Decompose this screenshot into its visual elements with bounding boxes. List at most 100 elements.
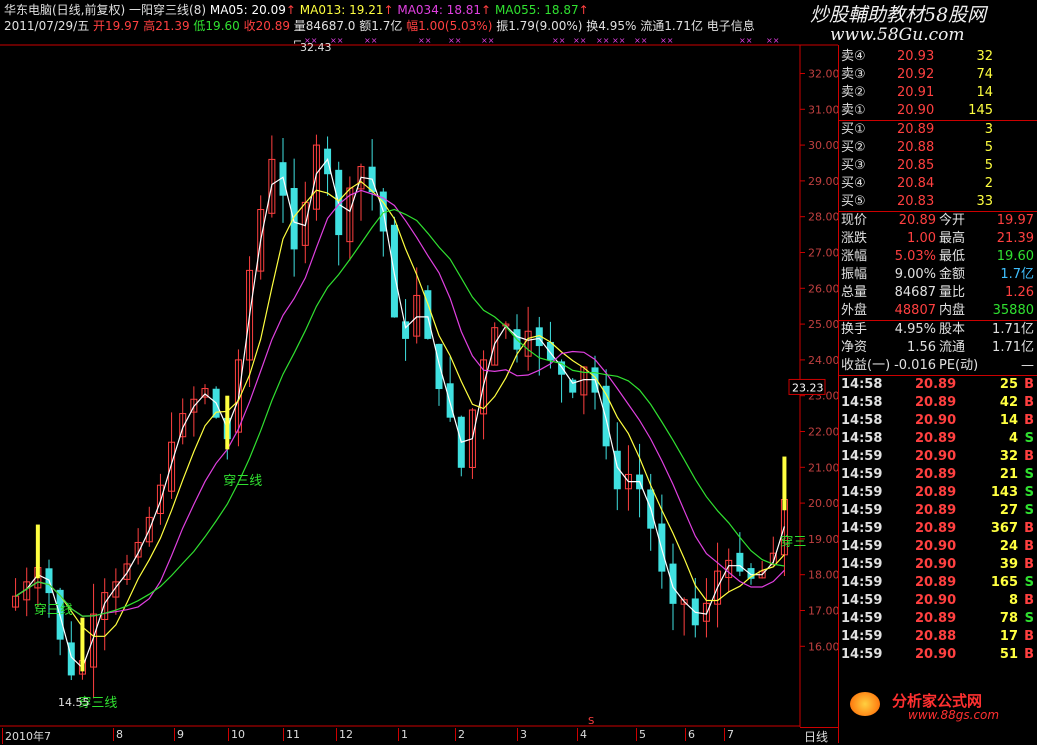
tick-row: 14:59 20.89 78 S	[839, 610, 1037, 628]
tick-side: B	[1024, 449, 1034, 464]
date-tick-label: 2	[455, 728, 465, 741]
tick-row: 14:58 20.89 25 B	[839, 376, 1037, 394]
ma013-value: MA013: 19.21	[299, 3, 384, 17]
quote-label: 涨跌	[841, 231, 868, 246]
tick-volume: 27	[999, 503, 1018, 518]
quote-label-2: 内盘	[939, 303, 966, 318]
orderbook-buy-row: 买② 20.88 5	[839, 139, 1037, 157]
quote-label: 外盘	[841, 303, 868, 318]
price-tick-label: 32.00	[808, 67, 838, 80]
event-marker-icon: ××	[418, 36, 431, 45]
quote-value: 4.95%	[894, 322, 936, 337]
tick-time: 14:59	[841, 629, 883, 644]
sell-volume: 32	[976, 49, 993, 64]
tick-price: 20.89	[915, 377, 957, 392]
tick-price: 20.89	[915, 485, 957, 500]
event-marker-icon: ××	[573, 36, 586, 45]
event-marker-icon: ××	[364, 36, 377, 45]
tick-row: 14:58 20.89 4 S	[839, 430, 1037, 448]
tick-time: 14:58	[841, 395, 883, 410]
sell-level-label: 卖①	[841, 103, 866, 118]
tick-row: 14:58 20.90 14 B	[839, 412, 1037, 430]
bar-change: 幅1.00(5.03%)	[406, 19, 493, 33]
tick-side: S	[1024, 431, 1034, 446]
quote-label-2: 今开	[939, 213, 966, 228]
cross-signal-bar	[782, 456, 787, 511]
tick-side: B	[1024, 395, 1034, 410]
bar-amount: 额1.7亿	[359, 19, 403, 33]
watermark-88gs-line2: www.88gs.com	[908, 708, 1000, 722]
orderbook-buy-row: 买① 20.89 3	[839, 121, 1037, 139]
ma034-line	[15, 189, 785, 617]
tick-volume: 25	[999, 377, 1018, 392]
quote-value: 1.00	[907, 231, 936, 246]
buy-level-label: 买④	[841, 176, 866, 191]
kline-chart[interactable]: 32.00 31.00 30.00 29.00 28.00 27.00 26.00 25.00…	[0, 0, 838, 744]
tick-time: 14:59	[841, 449, 883, 464]
cross-signal-bar	[225, 395, 230, 450]
sell-volume: 74	[976, 67, 993, 82]
tick-time: 14:58	[841, 377, 883, 392]
orderbook-buy-row: 买④ 20.84 2	[839, 175, 1037, 193]
watermark-58gu-line1: 炒股輔助教材58股网	[810, 4, 987, 26]
price-tick-label: 30.00	[808, 139, 838, 152]
price-tick-label: 22.00	[808, 425, 838, 438]
period-tab-daily[interactable]: 日线	[800, 727, 838, 744]
date-tick-label: 7	[724, 728, 734, 741]
tick-volume: 143	[990, 485, 1018, 500]
stock-title: 华东电脑(日线,前复权)	[4, 3, 126, 17]
quote-label: 总量	[841, 285, 868, 300]
candle-body	[402, 321, 410, 339]
price-tick-label: 28.00	[808, 211, 838, 224]
date-tick-label: 10	[228, 728, 245, 741]
sell-price: 20.90	[897, 103, 935, 118]
buy-level-label: 买③	[841, 158, 866, 173]
high-arrow-icon: ⌐	[293, 35, 302, 48]
date-tick-label: 6	[685, 728, 695, 741]
tick-volume: 51	[999, 647, 1018, 662]
quote-label-2: PE(动)	[939, 358, 979, 373]
event-marker-icon: ××	[612, 36, 625, 45]
price-tick-label: 18.00	[808, 569, 838, 582]
orderbook-sell-row: 卖④ 20.93 32	[839, 48, 1037, 66]
orderbook-sell-row: 卖① 20.90 145	[839, 102, 1037, 120]
tick-side: S	[1024, 575, 1034, 590]
tick-time: 14:59	[841, 575, 883, 590]
quote-label: 收益(一)	[841, 358, 891, 373]
quote-label-2: 最高	[939, 231, 966, 246]
bar-high: 高21.39	[143, 19, 190, 33]
orderbook-sell-row: 卖③ 20.92 74	[839, 66, 1037, 84]
tick-volume: 21	[999, 467, 1018, 482]
quote-value-2: 1.7亿	[1000, 267, 1034, 282]
tick-price: 20.90	[915, 413, 957, 428]
candle-body	[546, 341, 554, 361]
quote-label: 振幅	[841, 267, 868, 282]
price-tick-label: 31.00	[808, 103, 838, 116]
date-tick-label: 8	[113, 728, 123, 741]
tick-row: 14:59 20.90 24 B	[839, 538, 1037, 556]
quote-label: 现价	[841, 213, 868, 228]
tick-side: S	[1024, 611, 1034, 626]
event-marker-icon: ××	[596, 36, 609, 45]
price-tick-label: 26.00	[808, 282, 838, 295]
ma013-line	[15, 180, 785, 637]
date-tick-label: 11	[283, 728, 300, 741]
bar-turnover: 换4.95%	[586, 19, 637, 33]
quote-value: 1.56	[907, 340, 936, 355]
price-tick-label: 27.00	[808, 246, 838, 259]
watermark-88gs-logo-icon	[850, 692, 880, 716]
tick-volume: 14	[999, 413, 1018, 428]
event-marker-icon: ××	[766, 36, 779, 45]
crosshair-price-label: 23.23	[792, 381, 824, 394]
tick-price: 20.90	[915, 647, 957, 662]
quote-value-2: 19.97	[996, 213, 1034, 228]
tick-side: B	[1024, 539, 1034, 554]
kline-svg[interactable]: 32.00 31.00 30.00 29.00 28.00 27.00 26.00 25.00…	[0, 0, 838, 743]
tick-volume: 42	[999, 395, 1018, 410]
tick-side: S	[1024, 503, 1034, 518]
bar-info-header: 2011/07/29/五 开19.97 高21.39 低19.60 收20.89…	[4, 18, 755, 34]
quote-row: 换手 4.95% 股本 1.71亿	[839, 321, 1037, 339]
watermark-88gs: 分析家公式网 www.88gs.com	[840, 690, 1037, 722]
quote-row: 总量 84687 量比 1.26	[839, 284, 1037, 302]
date-tick-label: 3	[517, 728, 527, 741]
